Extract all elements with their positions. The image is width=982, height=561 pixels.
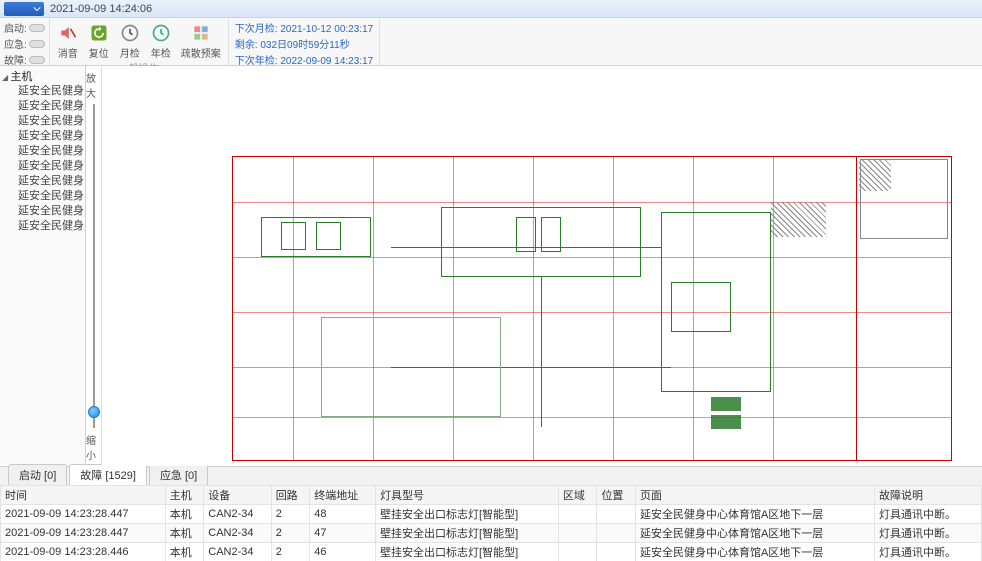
plan-area bbox=[241, 187, 851, 452]
drawing-sheet bbox=[232, 156, 952, 461]
cell-page: 延安全民健身中心体育馆A区地下一层 bbox=[635, 505, 874, 524]
cell-zone bbox=[558, 505, 597, 524]
status-emergency: 应急: bbox=[4, 36, 45, 51]
cell-device: CAN2-34 bbox=[204, 505, 271, 524]
tab-emergency[interactable]: 应急 [0] bbox=[149, 464, 208, 485]
cell-page: 延安全民健身中心体育馆A区地下一层 bbox=[635, 524, 874, 543]
cell-pos bbox=[597, 505, 636, 524]
action-group: 消音 复位 月检 年检 疏散预案 一般操作 bbox=[50, 18, 229, 65]
fault-table: 时间 主机 设备 回路 终端地址 灯具型号 区域 位置 页面 故障说明 2021… bbox=[0, 485, 982, 561]
fault-grid[interactable]: 时间 主机 设备 回路 终端地址 灯具型号 区域 位置 页面 故障说明 2021… bbox=[0, 485, 982, 561]
tree-item[interactable]: 延安全民健身 bbox=[2, 114, 83, 129]
tree-item[interactable]: 延安全民健身 bbox=[2, 99, 83, 114]
cell-host: 本机 bbox=[165, 543, 204, 561]
col-page[interactable]: 页面 bbox=[635, 486, 874, 505]
tree-item[interactable]: 延安全民健身 bbox=[2, 84, 83, 99]
cell-loop: 2 bbox=[271, 543, 310, 561]
tab-fault[interactable]: 故障 [1529] bbox=[69, 464, 147, 485]
cell-addr: 48 bbox=[310, 505, 376, 524]
status-startup: 启动: bbox=[4, 20, 45, 35]
cell-faultdesc: 灯具通讯中断。 bbox=[875, 524, 982, 543]
cell-lamp: 壁挂安全出口标志灯[智能型] bbox=[376, 543, 559, 561]
cell-time: 2021-09-09 14:23:28.447 bbox=[1, 505, 166, 524]
tab-startup[interactable]: 启动 [0] bbox=[8, 464, 67, 485]
speaker-off-icon bbox=[57, 22, 79, 44]
cell-addr: 47 bbox=[310, 524, 376, 543]
tab-bar: 启动 [0] 故障 [1529] 应急 [0] bbox=[0, 467, 982, 485]
col-host[interactable]: 主机 bbox=[165, 486, 204, 505]
col-pos[interactable]: 位置 bbox=[597, 486, 636, 505]
reset-icon bbox=[88, 22, 110, 44]
col-loop[interactable]: 回路 bbox=[271, 486, 310, 505]
cell-addr: 46 bbox=[310, 543, 376, 561]
cell-loop: 2 bbox=[271, 524, 310, 543]
col-zone[interactable]: 区域 bbox=[558, 486, 597, 505]
cell-device: CAN2-34 bbox=[204, 524, 271, 543]
table-row[interactable]: 2021-09-09 14:23:28.447本机CAN2-34248壁挂安全出… bbox=[1, 505, 982, 524]
next-year-check: 下次年检: 2022-09-09 14:23:17 bbox=[235, 52, 373, 67]
tree-item[interactable]: 延安全民健身 bbox=[2, 159, 83, 174]
sidebar: 主机 延安全民健身延安全民健身延安全民健身延安全民健身延安全民健身延安全民健身延… bbox=[0, 66, 86, 466]
clock-month-icon bbox=[119, 22, 141, 44]
tree-item[interactable]: 延安全民健身 bbox=[2, 174, 83, 189]
mute-button[interactable]: 消音 bbox=[54, 20, 82, 62]
cell-host: 本机 bbox=[165, 524, 204, 543]
floorplan-canvas[interactable] bbox=[102, 66, 982, 466]
cell-time: 2021-09-09 14:23:28.446 bbox=[1, 543, 166, 561]
cell-faultdesc: 灯具通讯中断。 bbox=[875, 543, 982, 561]
cell-pos bbox=[597, 543, 636, 561]
titlebar: 2021-09-09 14:24:06 bbox=[0, 0, 982, 18]
tree-item[interactable]: 延安全民健身 bbox=[2, 219, 83, 234]
toolbar: 启动: 应急: 故障: 消声: 状态提示 消音 复位 月检 年 bbox=[0, 18, 982, 66]
cell-host: 本机 bbox=[165, 505, 204, 524]
cell-lamp: 壁挂安全出口标志灯[智能型] bbox=[376, 524, 559, 543]
yearly-check-button[interactable]: 年检 bbox=[147, 20, 175, 62]
cell-pos bbox=[597, 524, 636, 543]
zoom-slider[interactable]: 放大 缩小 bbox=[86, 66, 102, 466]
table-row[interactable]: 2021-09-09 14:23:28.447本机CAN2-34247壁挂安全出… bbox=[1, 524, 982, 543]
tree-root[interactable]: 主机 bbox=[2, 68, 83, 84]
zoom-track[interactable] bbox=[93, 104, 95, 428]
reset-button[interactable]: 复位 bbox=[85, 20, 113, 62]
cell-page: 延安全民健身中心体育馆A区地下一层 bbox=[635, 543, 874, 561]
cell-faultdesc: 灯具通讯中断。 bbox=[875, 505, 982, 524]
title-datetime: 2021-09-09 14:24:06 bbox=[50, 3, 152, 15]
zoom-in-label: 放大 bbox=[86, 70, 101, 100]
col-time[interactable]: 时间 bbox=[1, 486, 166, 505]
monthly-check-button[interactable]: 月检 bbox=[116, 20, 144, 62]
evacuation-plan-button[interactable]: 疏散预案 bbox=[178, 20, 224, 62]
bottom-panel: 启动 [0] 故障 [1529] 应急 [0] 时间 主机 设备 回路 终端地址… bbox=[0, 466, 982, 561]
col-device[interactable]: 设备 bbox=[204, 486, 271, 505]
tree-item[interactable]: 延安全民健身 bbox=[2, 144, 83, 159]
zoom-out-label: 缩小 bbox=[86, 432, 101, 462]
cell-loop: 2 bbox=[271, 505, 310, 524]
app-menu-button[interactable] bbox=[4, 2, 44, 16]
status-fault: 故障: bbox=[4, 52, 45, 67]
zoom-thumb[interactable] bbox=[88, 406, 100, 418]
cell-time: 2021-09-09 14:23:28.447 bbox=[1, 524, 166, 543]
tree-item[interactable]: 延安全民健身 bbox=[2, 204, 83, 219]
tree-item[interactable]: 延安全民健身 bbox=[2, 189, 83, 204]
month-remaining: 剩余: 032日09时59分11秒 bbox=[235, 36, 373, 51]
tree-item[interactable]: 延安全民健身 bbox=[2, 129, 83, 144]
cell-zone bbox=[558, 543, 597, 561]
next-month-check: 下次月检: 2021-10-12 00:23:17 bbox=[235, 20, 373, 35]
cell-lamp: 壁挂安全出口标志灯[智能型] bbox=[376, 505, 559, 524]
col-faultdesc[interactable]: 故障说明 bbox=[875, 486, 982, 505]
plan-icon bbox=[190, 22, 212, 44]
title-block bbox=[856, 157, 951, 460]
clock-year-icon bbox=[150, 22, 172, 44]
status-group: 启动: 应急: 故障: 消声: 状态提示 bbox=[0, 18, 50, 65]
col-addr[interactable]: 终端地址 bbox=[310, 486, 376, 505]
cell-device: CAN2-34 bbox=[204, 543, 271, 561]
chevron-down-icon bbox=[33, 6, 41, 12]
main-area: 主机 延安全民健身延安全民健身延安全民健身延安全民健身延安全民健身延安全民健身延… bbox=[0, 66, 982, 466]
cell-zone bbox=[558, 524, 597, 543]
col-lamp[interactable]: 灯具型号 bbox=[376, 486, 559, 505]
table-row[interactable]: 2021-09-09 14:23:28.446本机CAN2-34246壁挂安全出… bbox=[1, 543, 982, 561]
schedule-info: 下次月检: 2021-10-12 00:23:17 剩余: 032日09时59分… bbox=[229, 18, 380, 65]
